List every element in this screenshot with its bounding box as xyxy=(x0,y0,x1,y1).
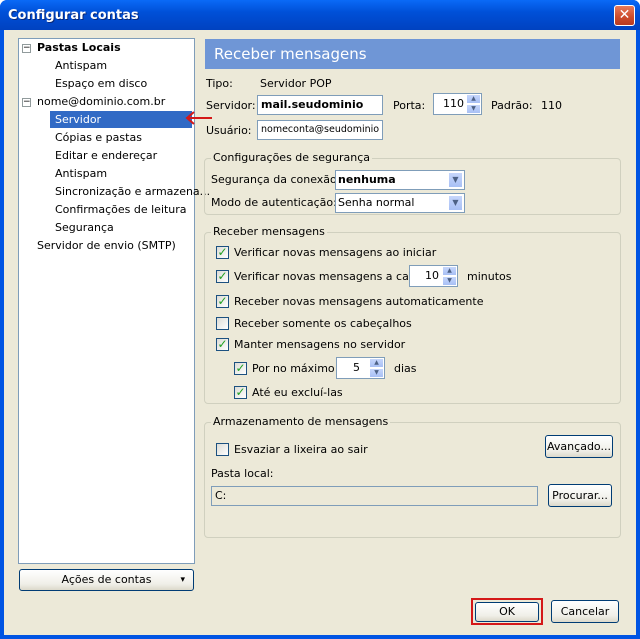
auth-mode-select[interactable]: Senha normal ▼ xyxy=(335,193,465,213)
account-actions-button[interactable]: Ações de contas ▾ xyxy=(19,569,194,591)
port-label: Porta: xyxy=(393,99,426,112)
default-value: 110 xyxy=(541,99,562,112)
security-group-title: Configurações de segurança xyxy=(211,151,373,165)
check-startup-label[interactable]: Verificar novas mensagens ao iniciar xyxy=(234,246,436,260)
server-input[interactable]: mail.seudominio xyxy=(257,95,383,115)
account-tree[interactable]: − Pastas Locais Antispam Espaço em disco… xyxy=(18,38,210,564)
checkbox-auto-download[interactable]: ✓ xyxy=(216,295,229,308)
checkbox-check-startup[interactable]: ✓ xyxy=(216,246,229,259)
dialog-window: Configurar contas ✕ − Pastas Locais Anti… xyxy=(0,0,640,639)
type-label: Tipo: xyxy=(206,77,233,90)
connection-security-select[interactable]: nenhuma ▼ xyxy=(335,170,465,190)
interval-stepper[interactable]: 10 ▲ ▼ xyxy=(409,265,458,287)
checkbox-check-interval[interactable]: ✓ xyxy=(216,270,229,283)
user-input[interactable]: nomeconta@seudominio xyxy=(257,120,383,140)
connection-security-value: nenhuma xyxy=(338,173,396,186)
days-stepper[interactable]: 5 ▲ ▼ xyxy=(336,357,385,379)
security-group: Configurações de segurança Segurança da … xyxy=(204,151,621,215)
spin-up-icon[interactable]: ▲ xyxy=(442,266,457,276)
dropdown-arrow-icon: ▼ xyxy=(448,195,463,211)
leave-on-server-label[interactable]: Manter mensagens no servidor xyxy=(234,338,405,352)
tree-item-smtp[interactable]: Servidor de envio (SMTP) xyxy=(37,237,176,254)
headers-only-label[interactable]: Receber somente os cabeçalhos xyxy=(234,317,412,331)
close-button[interactable]: ✕ xyxy=(614,5,635,26)
title-bar[interactable]: Configurar contas ✕ xyxy=(0,0,640,30)
spin-down-icon[interactable]: ▼ xyxy=(442,276,457,286)
connection-security-label: Segurança da conexão: xyxy=(211,173,341,186)
days-unit-label: dias xyxy=(394,362,417,375)
spin-down-icon[interactable]: ▼ xyxy=(466,104,481,114)
user-label: Usuário: xyxy=(206,124,252,137)
storage-group-title: Armazenamento de mensagens xyxy=(211,415,391,429)
receive-group-title: Receber mensagens xyxy=(211,225,327,239)
window-title: Configurar contas xyxy=(8,8,139,23)
until-deleted-label[interactable]: Até eu excluí-las xyxy=(252,386,343,400)
auth-mode-value: Senha normal xyxy=(338,196,415,209)
page-title: Receber mensagens xyxy=(205,39,620,69)
auth-mode-label: Modo de autenticação: xyxy=(211,196,337,209)
default-label: Padrão: xyxy=(491,99,533,112)
local-folder-input[interactable]: C: xyxy=(211,486,538,506)
spin-up-icon[interactable]: ▲ xyxy=(369,358,384,368)
account-actions-label: Ações de contas xyxy=(61,573,152,586)
ok-button[interactable]: OK xyxy=(475,602,539,622)
red-arrow-icon xyxy=(185,111,212,125)
tree-item-server[interactable]: Servidor xyxy=(50,111,192,128)
checkbox-max-days[interactable]: ✓ xyxy=(234,362,247,375)
days-value: 5 xyxy=(353,361,360,374)
checkbox-headers-only[interactable] xyxy=(216,317,229,330)
interval-value: 10 xyxy=(425,269,439,282)
tree-item-local-folders[interactable]: Pastas Locais xyxy=(37,39,121,56)
browse-button[interactable]: Procurar... xyxy=(548,484,612,507)
checkbox-until-deleted[interactable]: ✓ xyxy=(234,386,247,399)
type-value: Servidor POP xyxy=(260,77,332,90)
check-interval-label[interactable]: Verificar novas mensagens a cada xyxy=(234,270,423,284)
auto-download-label[interactable]: Receber novas mensagens automaticamente xyxy=(234,295,483,309)
receive-group: Receber mensagens ✓ Verificar novas mens… xyxy=(204,225,621,404)
server-label: Servidor: xyxy=(206,99,256,112)
dialog-client: − Pastas Locais Antispam Espaço em disco… xyxy=(4,30,636,635)
storage-group: Armazenamento de mensagens Esvaziar a li… xyxy=(204,415,621,538)
interval-unit-label: minutos xyxy=(467,270,512,283)
dropdown-arrow-icon: ▾ xyxy=(180,575,185,585)
spin-down-icon[interactable]: ▼ xyxy=(369,368,384,378)
collapse-icon[interactable]: − xyxy=(22,44,31,53)
tree-item-antispam-account[interactable]: Antispam xyxy=(55,165,107,182)
checkbox-leave-on-server[interactable]: ✓ xyxy=(216,338,229,351)
tree-item-security[interactable]: Segurança xyxy=(55,219,114,236)
tree-item-sync-storage[interactable]: Sincronização e armazena... xyxy=(55,183,210,200)
spin-up-icon[interactable]: ▲ xyxy=(466,94,481,104)
tree-item-compose-addressing[interactable]: Editar e endereçar xyxy=(55,147,157,164)
port-stepper[interactable]: 110 ▲ ▼ xyxy=(433,93,482,115)
cancel-button[interactable]: Cancelar xyxy=(551,600,619,623)
tree-item-copies-folders[interactable]: Cópias e pastas xyxy=(55,129,142,146)
tree-item-disk-space[interactable]: Espaço em disco xyxy=(55,75,147,92)
empty-trash-label[interactable]: Esvaziar a lixeira ao sair xyxy=(234,443,368,457)
checkbox-empty-trash[interactable] xyxy=(216,443,229,456)
dropdown-arrow-icon: ▼ xyxy=(448,172,463,188)
advanced-button[interactable]: Avançado... xyxy=(545,435,613,458)
max-days-label[interactable]: Por no máximo xyxy=(252,362,335,376)
port-value: 110 xyxy=(443,97,464,110)
tree-item-account[interactable]: nome@dominio.com.br xyxy=(37,93,165,110)
tree-item-read-receipts[interactable]: Confirmações de leitura xyxy=(55,201,187,218)
tree-item-antispam-local[interactable]: Antispam xyxy=(55,57,107,74)
local-folder-label: Pasta local: xyxy=(211,467,274,480)
collapse-icon[interactable]: − xyxy=(22,98,31,107)
